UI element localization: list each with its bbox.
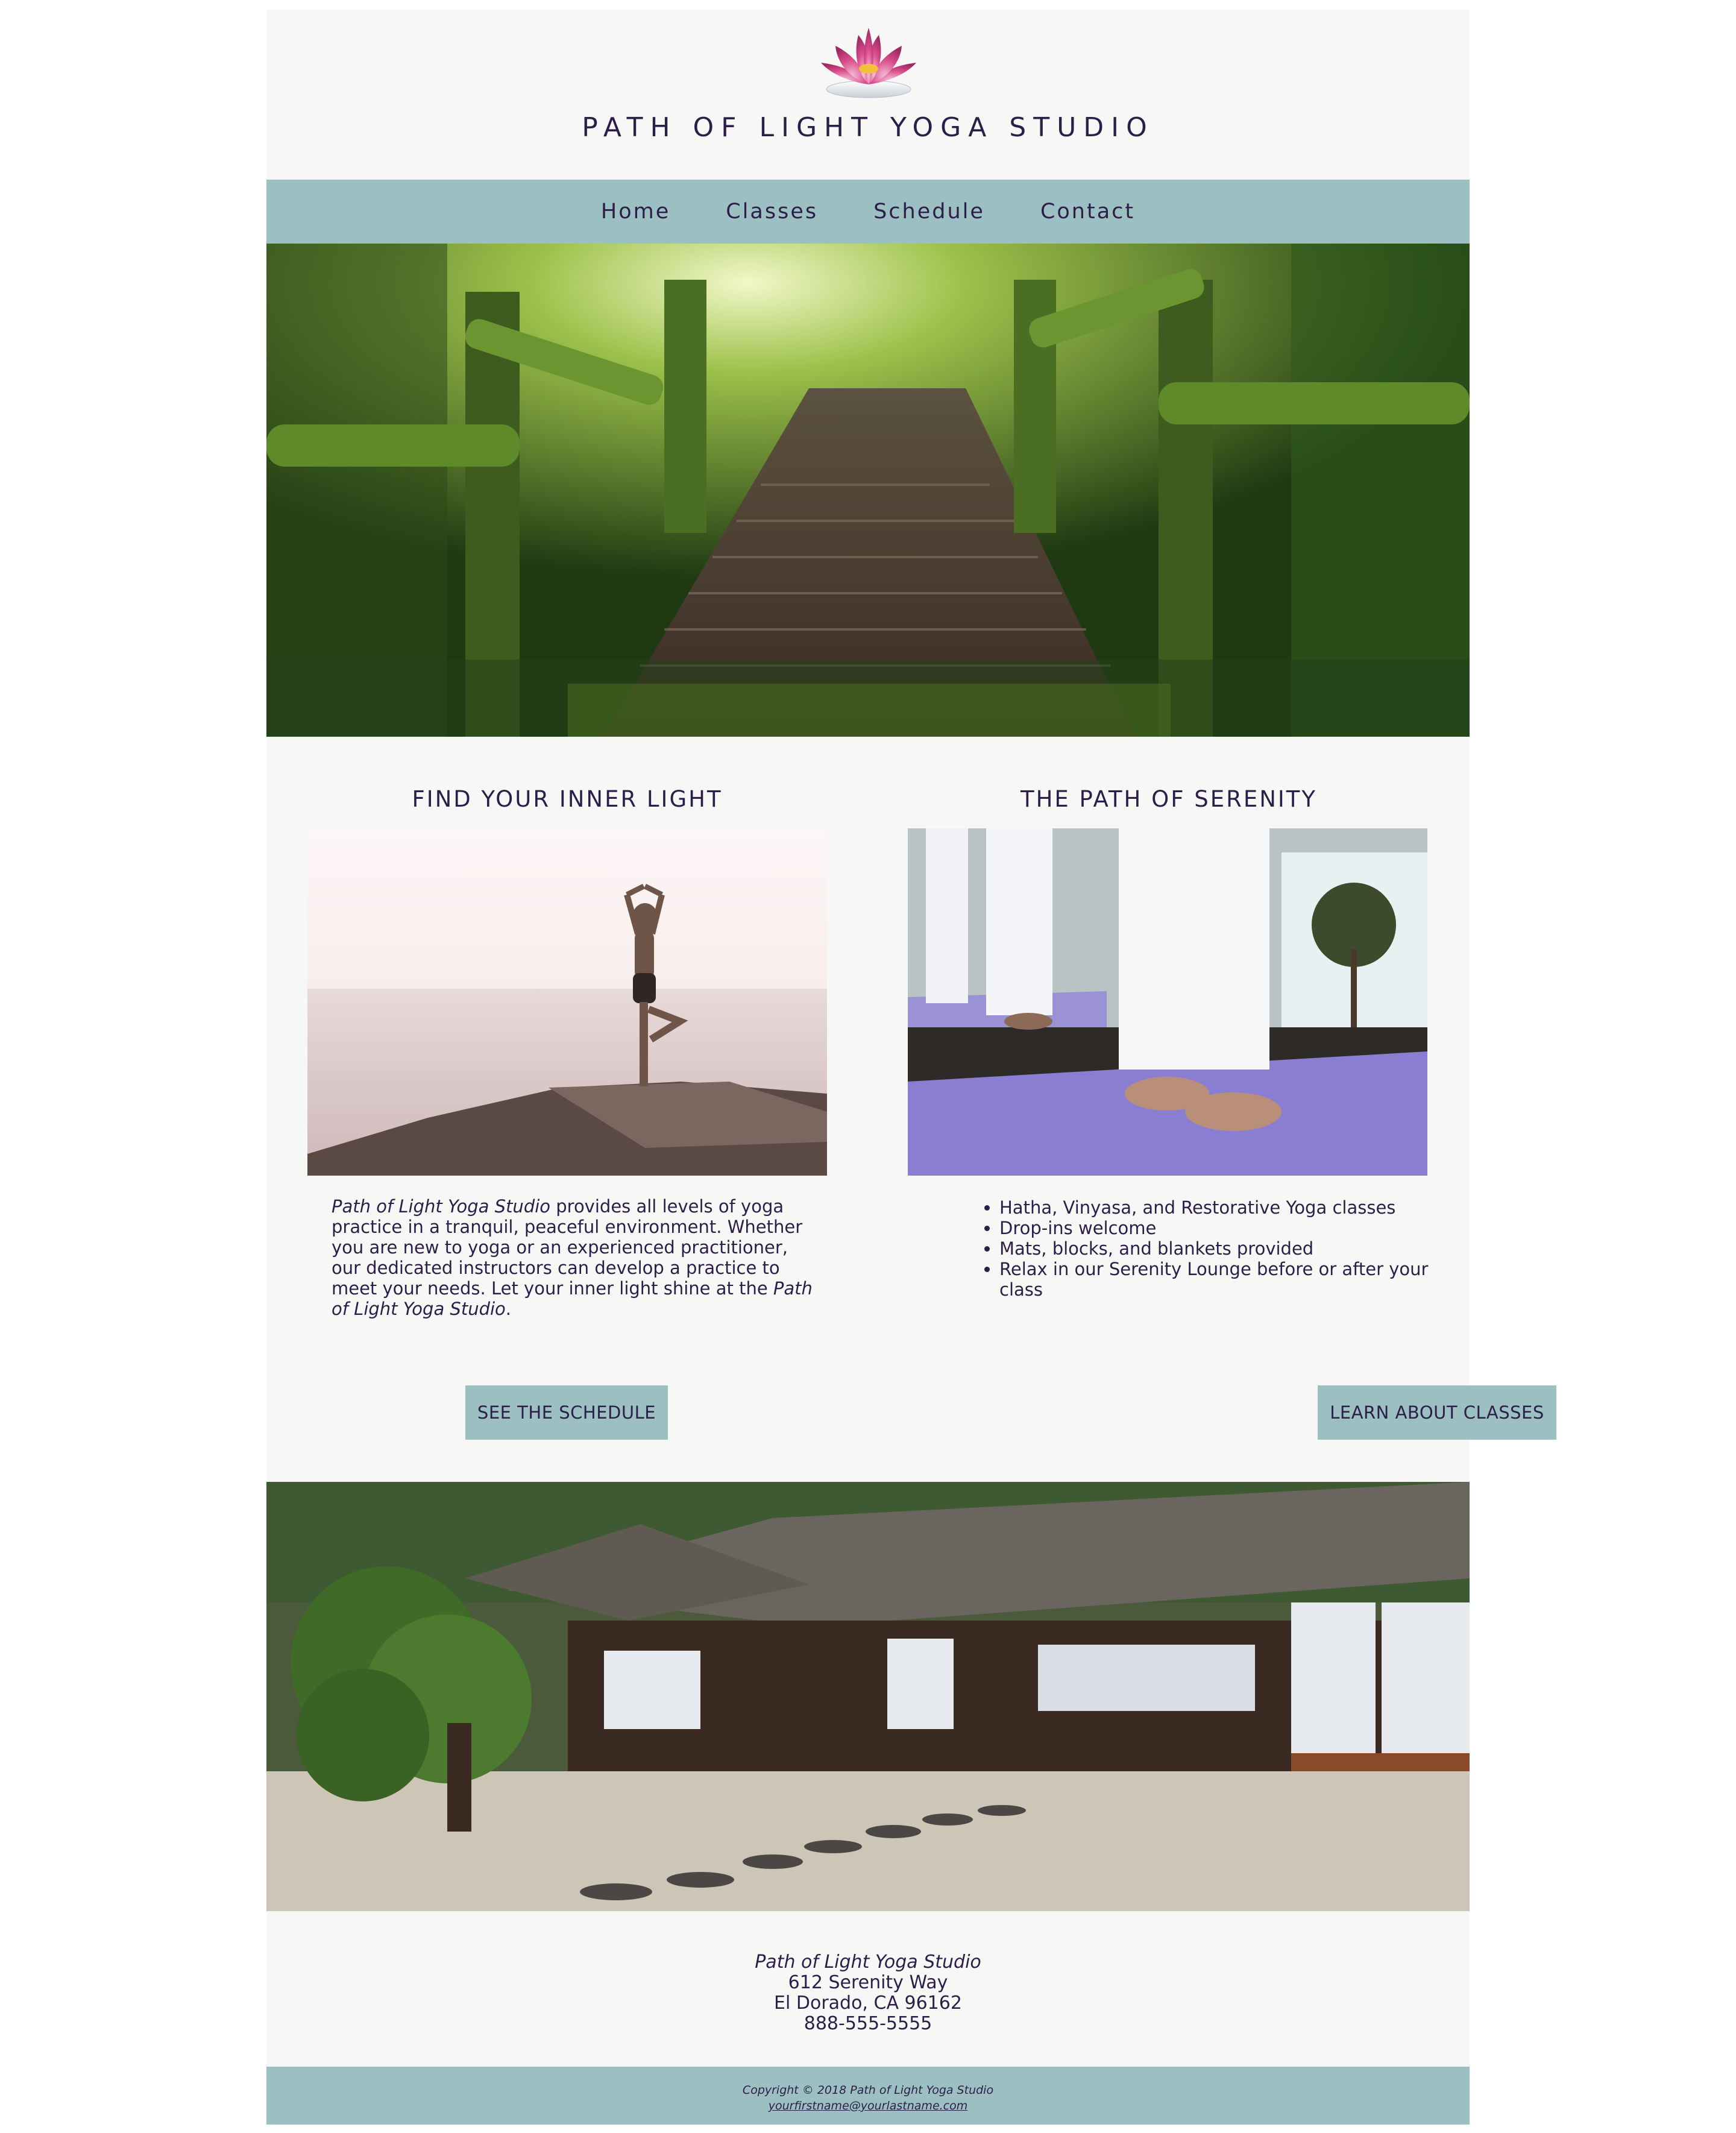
list-item: Relax in our Serenity Lounge before or a…: [999, 1259, 1445, 1300]
site-header: PATH OF LIGHT YOGA STUDIO: [266, 10, 1470, 180]
site-footer: Copyright © 2018 Path of Light Yoga Stud…: [266, 2067, 1470, 2125]
footer-email-link[interactable]: yourfirstname@yourlastname.com: [769, 2099, 968, 2113]
studio-description: Path of Light Yoga Studio provides all l…: [332, 1196, 814, 1319]
site-title: PATH OF LIGHT YOGA STUDIO: [582, 112, 1154, 143]
section-heading-serenity: THE PATH OF SERENITY: [1020, 786, 1318, 812]
column-inner-light: FIND YOUR INNER LIGHT Path of Light Yoga…: [266, 737, 868, 1482]
page-container: PATH OF LIGHT YOGA STUDIO Home Classes S…: [266, 10, 1556, 2125]
nav-item-contact[interactable]: Contact: [1013, 200, 1163, 224]
studio-description-end: .: [505, 1299, 512, 1319]
list-item: Hatha, Vinyasa, and Restorative Yoga cla…: [999, 1197, 1445, 1218]
section-heading-inner-light: FIND YOUR INNER LIGHT: [412, 786, 723, 812]
list-item: Mats, blocks, and blankets provided: [999, 1238, 1445, 1259]
address-city: El Dorado, CA 96162: [774, 1993, 962, 2014]
nav-item-home[interactable]: Home: [573, 200, 698, 224]
yoga-pose-photo: [307, 828, 827, 1176]
copyright-text: Copyright © 2018 Path of Light Yoga Stud…: [742, 2084, 994, 2097]
list-item: Drop-ins welcome: [999, 1218, 1445, 1238]
address-phone: 888-555-5555: [804, 2013, 932, 2034]
amenities-list: Hatha, Vinyasa, and Restorative Yoga cla…: [973, 1197, 1445, 1300]
address-street: 612 Serenity Way: [788, 1972, 948, 1993]
column-path-of-serenity: THE PATH OF SERENITY Hatha, Vinyasa, and…: [868, 737, 1556, 1482]
main-nav: Home Classes Schedule Contact: [266, 180, 1470, 244]
yoga-mat-feet-photo: [908, 828, 1427, 1176]
studio-address: Path of Light Yoga Studio 612 Serenity W…: [266, 1952, 1470, 2034]
zen-garden-image: [266, 1482, 1470, 1911]
learn-about-classes-button[interactable]: LEARN ABOUT CLASSES: [1318, 1385, 1556, 1440]
address-studio-name: Path of Light Yoga Studio: [755, 1952, 981, 1973]
hero-image: [266, 244, 1470, 737]
studio-name-emphasis: Path of Light Yoga Studio: [332, 1196, 551, 1217]
lotus-flower-icon: [821, 28, 916, 98]
nav-item-classes[interactable]: Classes: [698, 200, 846, 224]
see-schedule-button[interactable]: SEE THE SCHEDULE: [465, 1385, 668, 1440]
nav-item-schedule[interactable]: Schedule: [846, 200, 1013, 224]
